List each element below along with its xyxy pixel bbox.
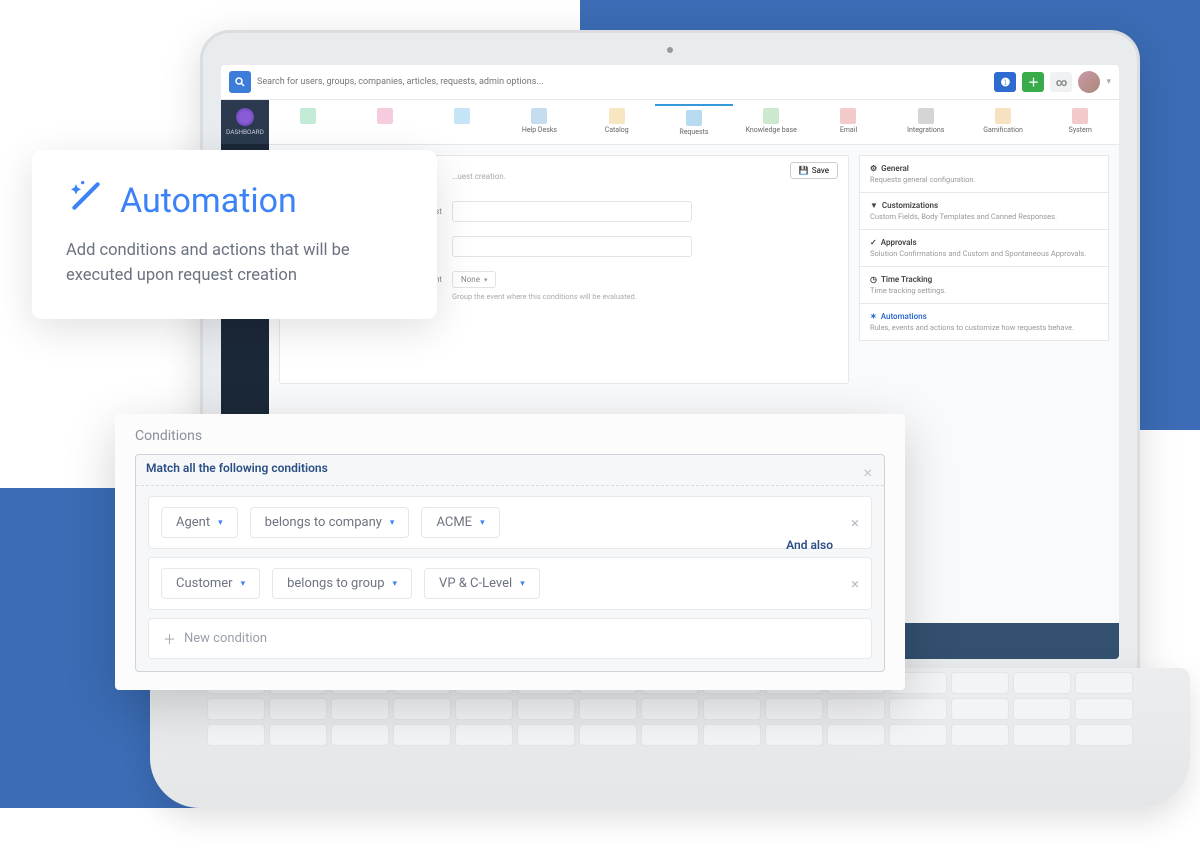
- tab-label: Integrations: [887, 126, 964, 134]
- remove-row-icon[interactable]: ×: [851, 514, 859, 532]
- tab-label: Gamification: [964, 126, 1041, 134]
- add-button[interactable]: ＋: [1022, 72, 1044, 92]
- tab-icon: [609, 108, 625, 124]
- tabs-row: Help DesksCatalogRequestsKnowledge baseE…: [269, 100, 1119, 145]
- creation-text: …uest creation.: [452, 172, 836, 181]
- info-button[interactable]: ❶: [994, 72, 1016, 92]
- value-select[interactable]: VP & C-Level: [424, 568, 540, 599]
- save-button[interactable]: 💾 Save: [790, 162, 838, 179]
- tab-icon: [1072, 108, 1088, 124]
- remove-row-icon[interactable]: ×: [851, 575, 859, 593]
- operator-select[interactable]: belongs to group: [272, 568, 412, 599]
- avatar[interactable]: [1078, 71, 1100, 93]
- panel-item-desc: Custom Fields, Body Templates and Canned…: [870, 212, 1098, 221]
- tab-icon: [995, 108, 1011, 124]
- panel-item-icon: ✓: [870, 238, 877, 247]
- new-condition-button[interactable]: ＋ New condition: [148, 618, 872, 659]
- tab-item[interactable]: [269, 104, 346, 140]
- tab-help-desks[interactable]: Help Desks: [501, 104, 578, 140]
- tab-icon: [300, 108, 316, 124]
- close-icon[interactable]: ×: [863, 463, 872, 482]
- right-panel-item[interactable]: ⚙ General Requests general configuration.: [859, 155, 1109, 193]
- conditions-panel: Conditions Match all the following condi…: [115, 414, 905, 690]
- link-icon[interactable]: ∞: [1050, 72, 1072, 92]
- right-panel: ⚙ General Requests general configuration. ▼…: [859, 155, 1109, 384]
- panel-item-icon: ◷: [870, 275, 877, 284]
- right-panel-item[interactable]: ▼ Customizations Custom Fields, Body Templ…: [859, 193, 1109, 230]
- feature-title: Automation: [120, 181, 297, 221]
- tab-label: Catalog: [578, 126, 655, 134]
- tab-icon: [763, 108, 779, 124]
- search-icon[interactable]: [229, 71, 251, 93]
- save-icon: 💾: [799, 166, 809, 175]
- panel-item-icon: ✶: [870, 312, 877, 321]
- sidebar-dashboard-label: DASHBOARD: [221, 128, 269, 136]
- panel-item-title: Time Tracking: [881, 275, 932, 284]
- request-field[interactable]: [452, 201, 692, 222]
- condition-row: Agent belongs to company ACME ×: [148, 496, 872, 549]
- panel-item-title: Approvals: [881, 238, 917, 247]
- tab-label: Help Desks: [501, 126, 578, 134]
- chevron-down-icon[interactable]: ▾: [1106, 77, 1111, 87]
- panel-item-desc: Rules, events and actions to customize h…: [870, 323, 1098, 332]
- feature-description: Add conditions and actions that will be …: [66, 239, 403, 289]
- panel-item-title: Customizations: [882, 201, 938, 210]
- panel-item-title: Automations: [881, 312, 927, 321]
- topbar: ❶ ＋ ∞ ▾: [221, 65, 1119, 100]
- tab-icon: [918, 108, 934, 124]
- conditions-title: Conditions: [135, 428, 885, 444]
- save-label: Save: [812, 166, 829, 175]
- tab-icon: [377, 108, 393, 124]
- magic-wand-icon: [66, 176, 106, 225]
- field-select[interactable]: Agent: [161, 507, 238, 538]
- operator-select[interactable]: belongs to company: [250, 507, 410, 538]
- tab-requests[interactable]: Requests: [655, 104, 732, 140]
- condition-row: And also Customer belongs to group VP & …: [148, 557, 872, 610]
- tab-system[interactable]: System: [1042, 104, 1119, 140]
- tab-catalog[interactable]: Catalog: [578, 104, 655, 140]
- value-select[interactable]: ACME: [421, 507, 499, 538]
- tab-label: System: [1042, 126, 1119, 134]
- camera-dot: [667, 47, 673, 53]
- second-field[interactable]: [452, 236, 692, 257]
- tab-gamification[interactable]: Gamification: [964, 104, 1041, 140]
- plus-icon: ＋: [163, 629, 176, 648]
- tab-label: Knowledge base: [733, 126, 810, 134]
- new-condition-label: New condition: [184, 631, 267, 646]
- sidebar-item-dashboard[interactable]: DASHBOARD: [221, 100, 269, 144]
- field-select[interactable]: Customer: [161, 568, 260, 599]
- panel-item-title: General: [881, 164, 909, 173]
- tab-email[interactable]: Email: [810, 104, 887, 140]
- tab-label: Email: [810, 126, 887, 134]
- tab-icon: [686, 110, 702, 126]
- tab-item[interactable]: [424, 104, 501, 140]
- conditions-header: Match all the following conditions: [136, 455, 884, 486]
- tab-icon: [840, 108, 856, 124]
- panel-item-desc: Time tracking settings.: [870, 286, 1098, 295]
- tab-icon: [531, 108, 547, 124]
- feature-card: Automation Add conditions and actions th…: [32, 150, 437, 319]
- panel-item-icon: ▼: [870, 201, 878, 210]
- tab-item[interactable]: [346, 104, 423, 140]
- tab-label: Requests: [655, 128, 732, 136]
- event-help: Group the event where this conditions wi…: [452, 292, 836, 301]
- right-panel-item[interactable]: ✓ Approvals Solution Confirmations and Cus…: [859, 230, 1109, 267]
- event-select[interactable]: None ▾: [452, 271, 496, 288]
- and-also-label: And also: [786, 538, 833, 552]
- right-panel-item[interactable]: ◷ Time Tracking Time tracking settings.: [859, 267, 1109, 304]
- panel-item-desc: Solution Confirmations and Custom and Sp…: [870, 249, 1098, 258]
- tab-integrations[interactable]: Integrations: [887, 104, 964, 140]
- panel-item-desc: Requests general configuration.: [870, 175, 1098, 184]
- right-panel-item[interactable]: ✶ Automations Rules, events and actions to…: [859, 304, 1109, 341]
- tab-knowledge-base[interactable]: Knowledge base: [733, 104, 810, 140]
- gauge-icon: [236, 108, 254, 126]
- panel-item-icon: ⚙: [870, 164, 877, 173]
- search-input[interactable]: [257, 77, 988, 87]
- tab-icon: [454, 108, 470, 124]
